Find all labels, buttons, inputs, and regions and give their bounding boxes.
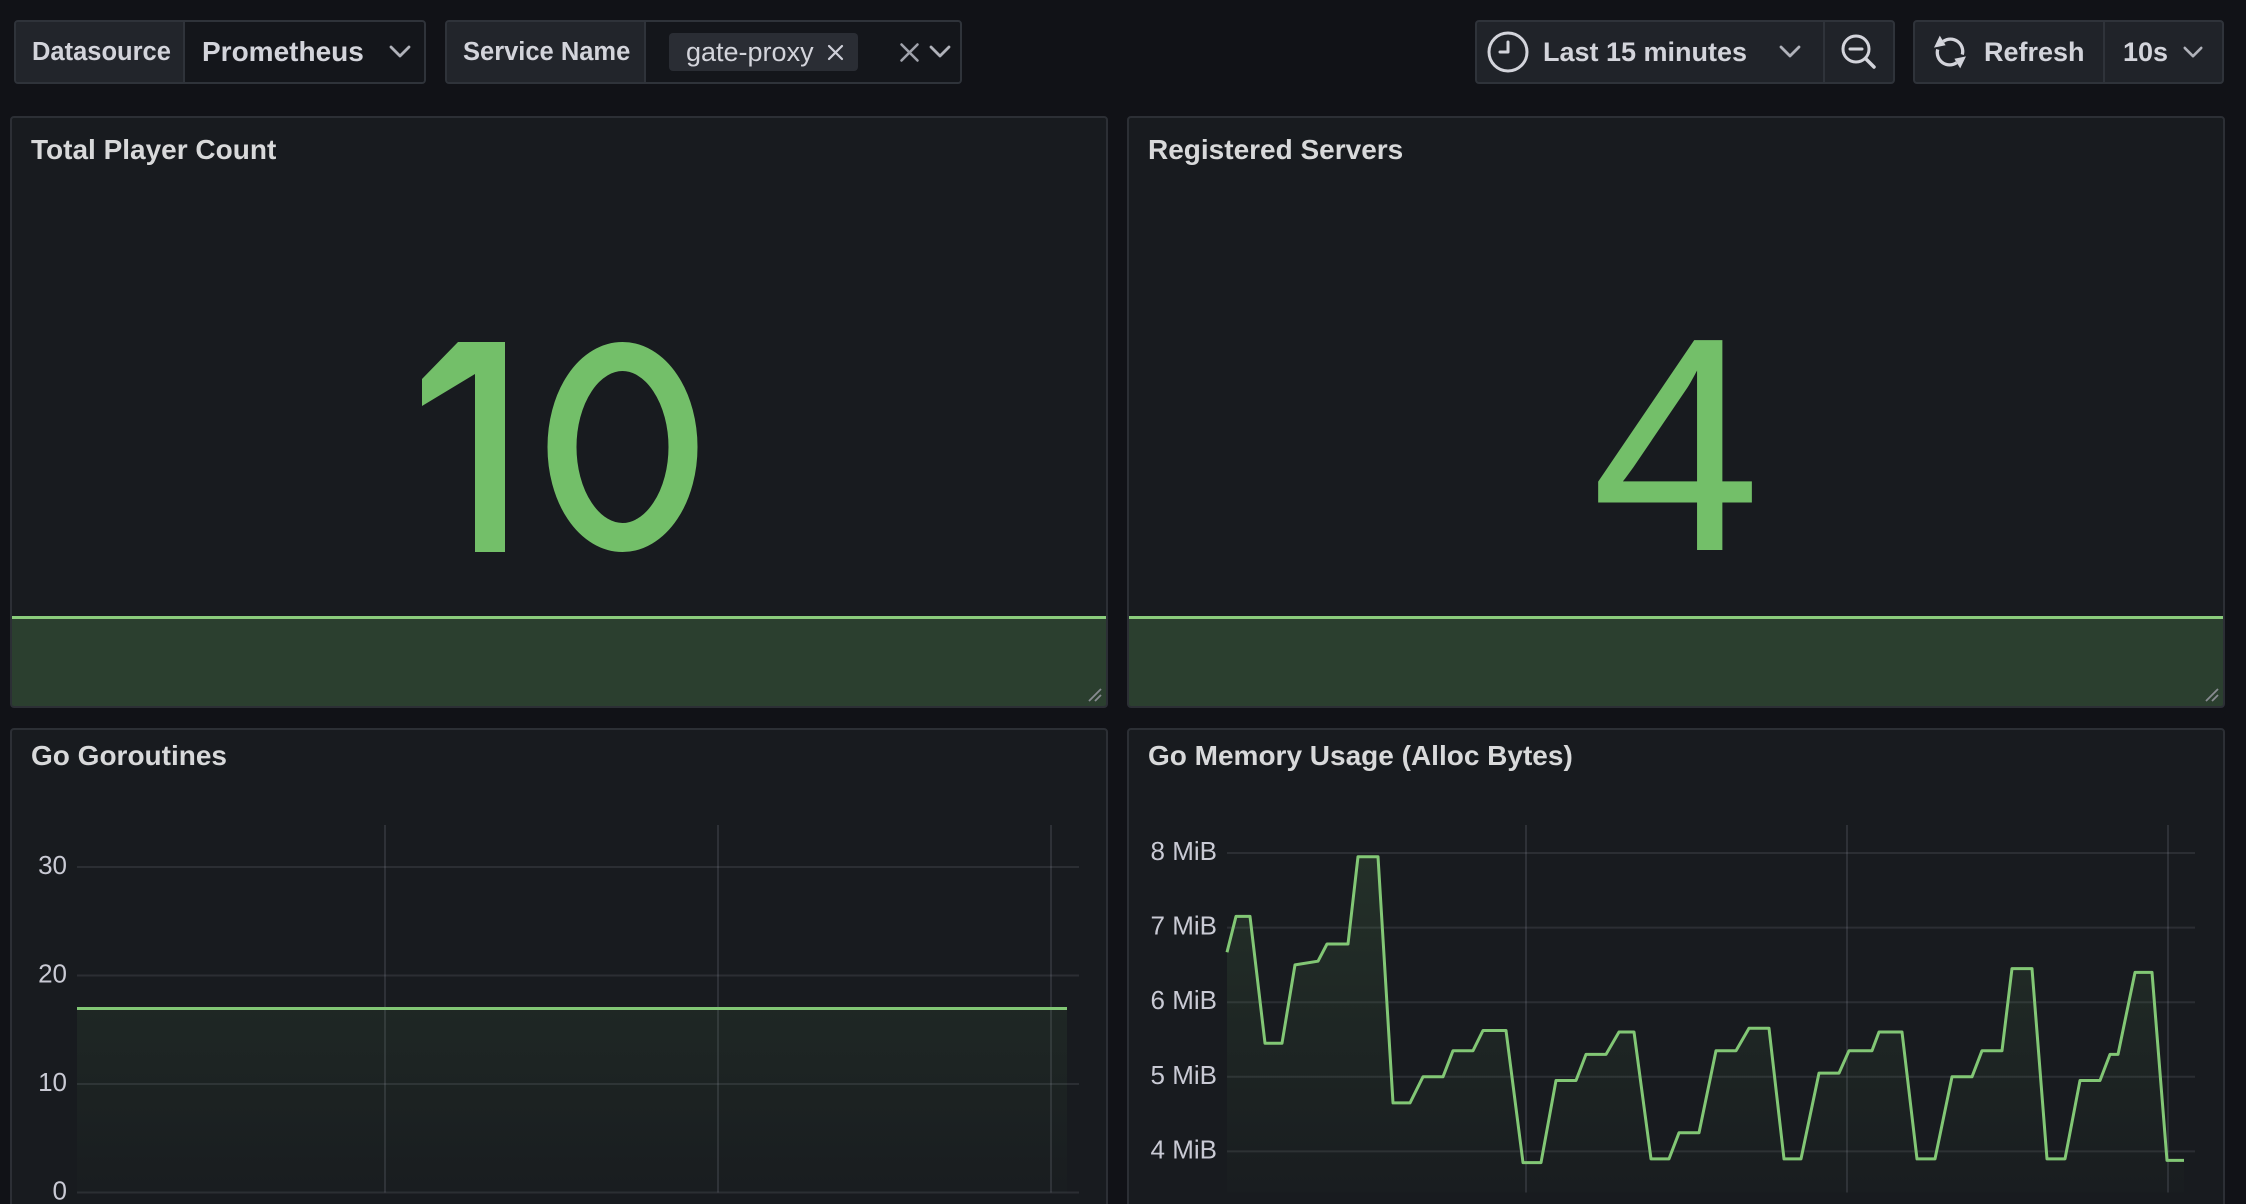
svg-text:7 MiB: 7 MiB (1151, 911, 1217, 941)
svg-text:0: 0 (53, 1176, 67, 1204)
svg-text:10: 10 (38, 1067, 67, 1097)
svg-text:30: 30 (38, 850, 67, 880)
svg-text:5 MiB: 5 MiB (1151, 1060, 1217, 1090)
svg-text:6 MiB: 6 MiB (1151, 985, 1217, 1015)
svg-text:20: 20 (38, 959, 67, 989)
svg-text:4 MiB: 4 MiB (1151, 1134, 1217, 1164)
svg-text:8 MiB: 8 MiB (1151, 836, 1217, 866)
